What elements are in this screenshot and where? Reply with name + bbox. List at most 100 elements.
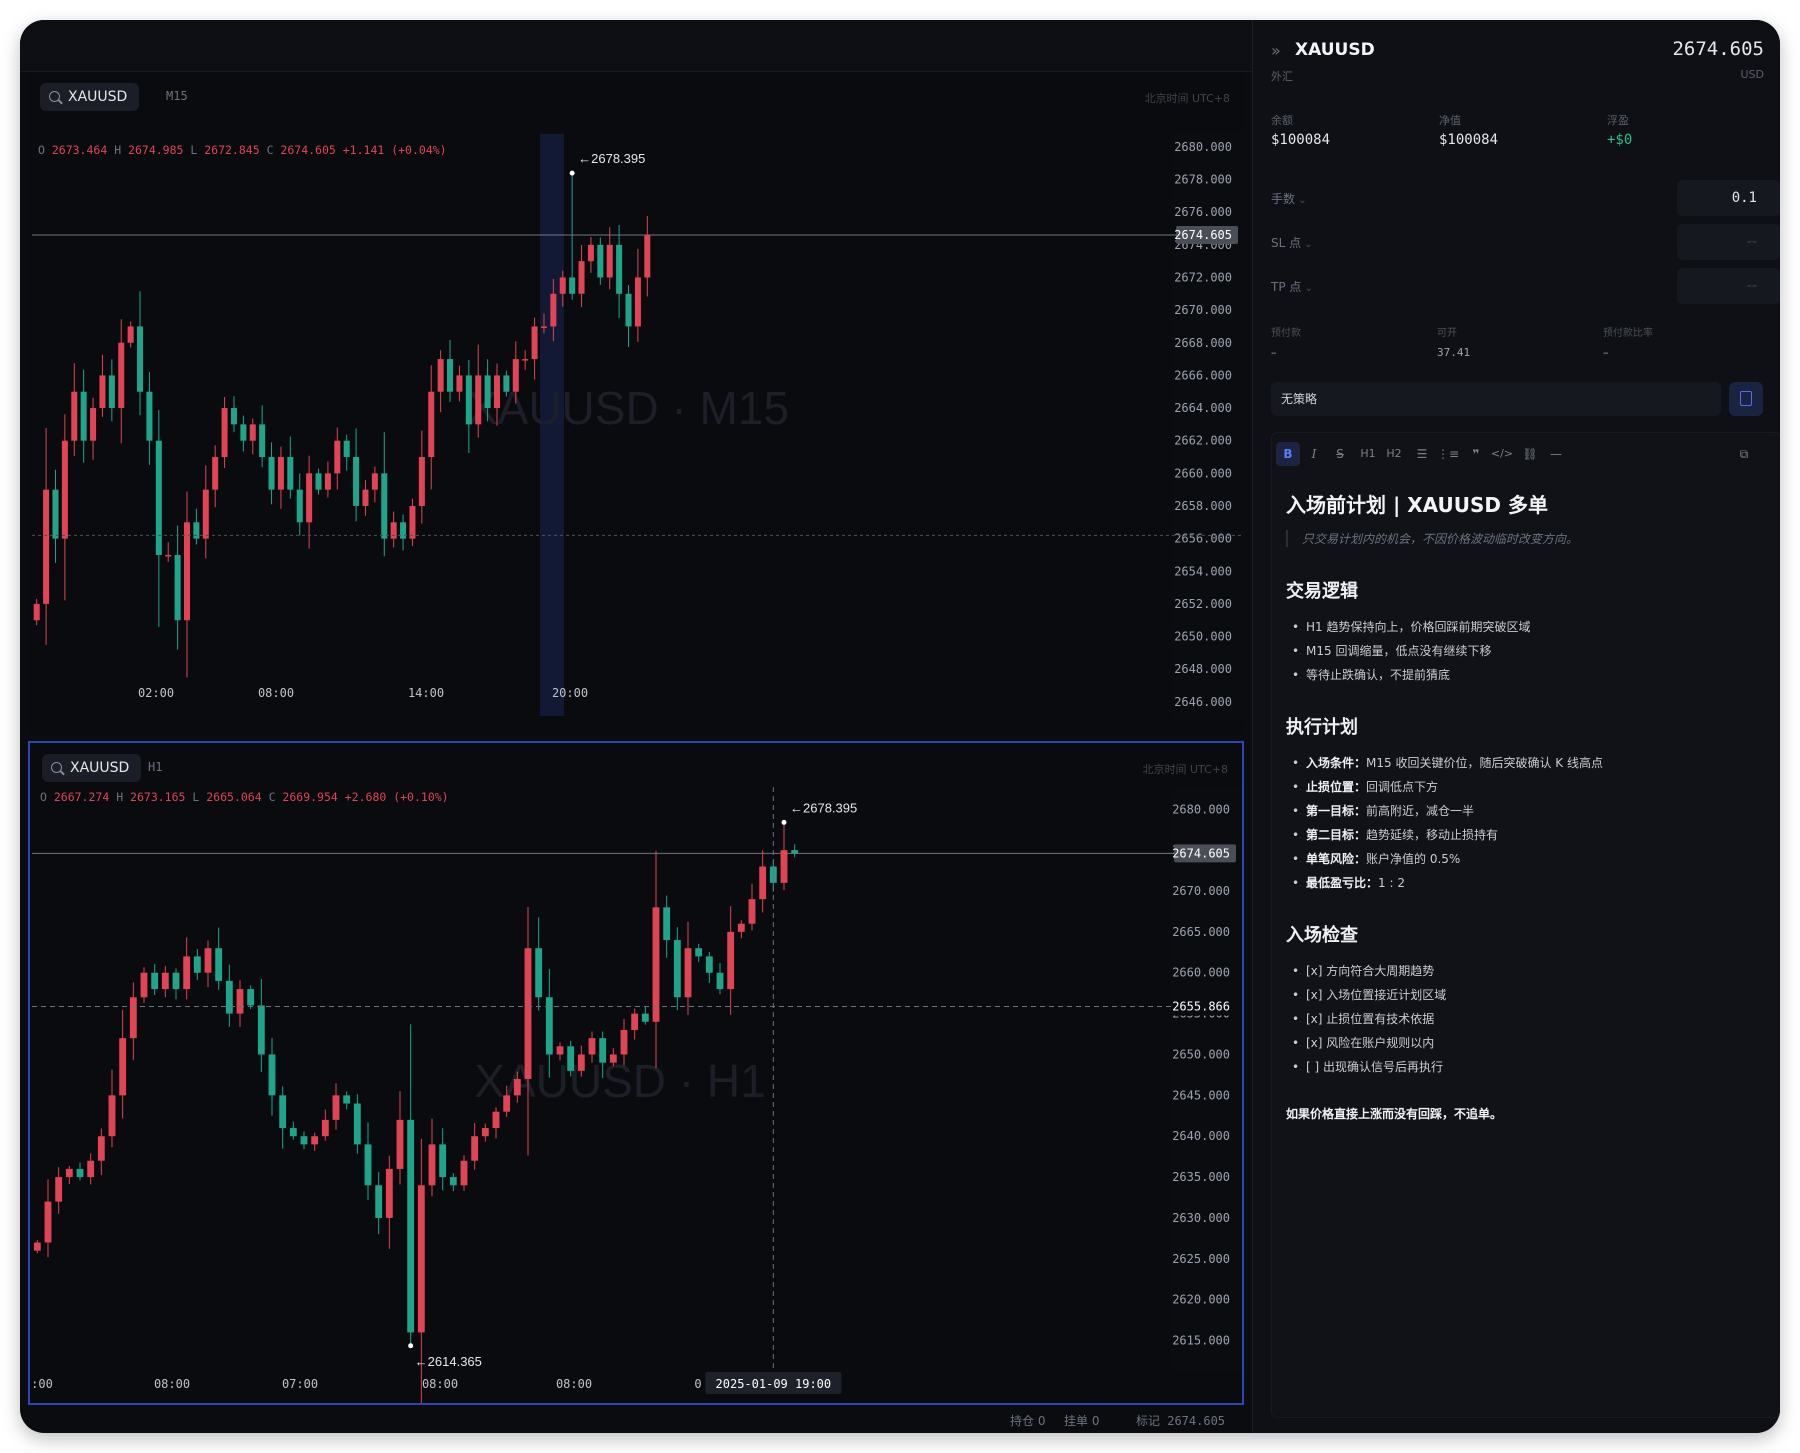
- crosshair-time-label: 2025-01-09 19:00: [716, 1377, 832, 1391]
- candle-body: [146, 391, 153, 441]
- heading1-icon[interactable]: H1: [1356, 442, 1380, 466]
- candle-body: [183, 522, 191, 621]
- candle-body: [215, 948, 223, 981]
- order-panel: » XAUUSD 外汇 2674.605 USD 余额 $100084 净值 $…: [1252, 20, 1780, 1433]
- chart-pane-m15[interactable]: XAUUSD · M15 2680.000 2678.000 2676.000 2674…: [28, 72, 1244, 734]
- candle-body: [119, 1038, 127, 1096]
- strategy-select[interactable]: 无策略: [1271, 382, 1721, 416]
- chart-pane-h1[interactable]: XAUUSD · H12680.0002675.0002670.0002665.…: [28, 741, 1244, 1405]
- last-price-tag-label: 2674.605: [1174, 228, 1232, 242]
- code-icon[interactable]: </>: [1490, 442, 1514, 466]
- ordered-list-icon[interactable]: ⋮≡: [1436, 442, 1460, 466]
- logic-list: H1 趋势保持向上，价格回踩前期突破区域 M15 回调缩量，低点没有继续下移 等…: [1286, 615, 1766, 687]
- y-tick-label: 2672.000: [1174, 270, 1232, 284]
- candle-body: [634, 277, 641, 327]
- candle-body: [748, 899, 756, 924]
- list-item: 等待止跌确认，不提前猜底: [1286, 663, 1766, 687]
- candle-body: [559, 277, 566, 294]
- timeframe-label[interactable]: H1: [148, 760, 162, 774]
- h1-chart-canvas[interactable]: XAUUSD · H12680.0002675.0002670.0002665.…: [30, 743, 1242, 1403]
- bullet-list-icon[interactable]: ☰: [1410, 442, 1434, 466]
- candle-body: [161, 972, 169, 990]
- candle-body: [43, 489, 50, 604]
- candle-body: [65, 1168, 73, 1178]
- lots-input[interactable]: 0.1: [1677, 180, 1780, 216]
- note-content[interactable]: 入场前计划 | XAUUSD 多单 只交易计划内的机会，不因价格波动临时改变方向…: [1286, 489, 1766, 1122]
- m15-chart-canvas[interactable]: XAUUSD · M152680.0002678.0002676.0002674…: [28, 72, 1244, 734]
- copy-icon[interactable]: ⧉: [1732, 442, 1756, 466]
- horizontal-rule-icon[interactable]: —: [1544, 442, 1568, 466]
- candle-body: [71, 391, 78, 441]
- candle-body: [249, 424, 256, 441]
- y-tick-label: 2645.000: [1172, 1088, 1230, 1102]
- candle-body: [396, 1119, 404, 1169]
- lots-label[interactable]: 手数: [1271, 190, 1307, 207]
- symbol-search-chip[interactable]: XAUUSD: [42, 754, 142, 782]
- candle-body: [550, 293, 557, 327]
- margin-ratio-value: –: [1603, 346, 1609, 359]
- editor-toolbar: B I S H1 H2 ☰ ⋮≡ ❞ </> ⛓ — ⧉: [1272, 433, 1780, 473]
- sl-input[interactable]: --: [1677, 224, 1780, 260]
- floating-pnl-label: 浮盈: [1607, 114, 1629, 127]
- heading2-icon[interactable]: H2: [1382, 442, 1406, 466]
- link-icon[interactable]: ⛓: [1518, 442, 1542, 466]
- list-item: 第二目标：趋势延续，移动止损持有: [1286, 823, 1766, 847]
- candle-body: [80, 391, 87, 441]
- strategy-doc-button[interactable]: [1729, 382, 1763, 416]
- candle-body: [428, 1144, 436, 1186]
- high-marker-dot: [569, 170, 575, 176]
- x-tick-label: 08:00: [422, 1377, 458, 1391]
- candle-body: [620, 1029, 628, 1055]
- y-tick-label: 2635.000: [1172, 1170, 1230, 1184]
- x-tick-label: :00: [31, 1377, 53, 1391]
- y-tick-label: 2656.000: [1174, 532, 1232, 546]
- strikethrough-icon[interactable]: S: [1328, 442, 1352, 466]
- candle-body: [524, 948, 532, 1079]
- candle-body: [481, 1128, 489, 1137]
- candle-body: [155, 440, 162, 555]
- candle-body: [625, 293, 632, 327]
- price-currency: USD: [1740, 68, 1764, 81]
- x-tick-label: 07:00: [282, 1377, 318, 1391]
- y-tick-label: 2654.000: [1174, 564, 1232, 578]
- ohlc-legend: O 2673.464 H 2674.985 L 2672.845 C 2674.…: [38, 143, 447, 157]
- y-tick-label: 2625.000: [1172, 1252, 1230, 1266]
- openable-label: 可开: [1437, 328, 1457, 339]
- collapse-chevron-icon[interactable]: »: [1271, 41, 1281, 60]
- candle-body: [652, 907, 660, 1022]
- symbol-search-chip[interactable]: XAUUSD: [40, 83, 140, 111]
- candle-body: [567, 1046, 575, 1071]
- x-tick-label: 08:00: [258, 686, 294, 700]
- candle-body: [44, 1201, 52, 1243]
- chart-header-h1: XAUUSD H1 北京时间 UTC+8: [30, 743, 1242, 787]
- candle-body: [118, 342, 125, 409]
- italic-icon[interactable]: I: [1302, 442, 1326, 466]
- margin-label: 预付款: [1271, 328, 1301, 339]
- candle-body: [151, 972, 159, 990]
- candle-body: [362, 489, 369, 506]
- quote-icon[interactable]: ❞: [1464, 442, 1488, 466]
- y-tick-label: 2670.000: [1174, 303, 1232, 317]
- low-marker-label: ←2614.365: [415, 1354, 482, 1369]
- candle-body: [55, 1177, 63, 1202]
- timeframe-label[interactable]: M15: [166, 89, 188, 103]
- y-tick-label: 2665.000: [1172, 925, 1230, 939]
- current-price: 2674.605: [1672, 38, 1764, 60]
- candle-body: [641, 1013, 649, 1022]
- note-editor[interactable]: B I S H1 H2 ☰ ⋮≡ ❞ </> ⛓ — ⧉ 入场前计划 | XAU…: [1271, 432, 1780, 1418]
- y-tick-label: 2646.000: [1174, 695, 1232, 709]
- y-tick-label: 2660.000: [1172, 966, 1230, 980]
- document-icon: [1740, 391, 1752, 406]
- candle-body: [390, 522, 397, 539]
- candle-body: [684, 948, 692, 998]
- tp-label[interactable]: TP 点: [1271, 278, 1313, 295]
- y-tick-label: 2660.000: [1174, 466, 1232, 480]
- symbol-category: 外汇: [1271, 70, 1293, 83]
- sl-label[interactable]: SL 点: [1271, 234, 1313, 251]
- candle-body: [353, 457, 360, 506]
- status-bar: 持仓 0 挂单 0 标记 2674.605: [20, 1405, 1252, 1433]
- tp-input[interactable]: --: [1677, 268, 1780, 304]
- candle-body: [460, 1160, 468, 1186]
- note-quote: 只交易计划内的机会，不因价格波动临时改变方向。: [1286, 530, 1766, 547]
- bold-icon[interactable]: B: [1276, 442, 1300, 466]
